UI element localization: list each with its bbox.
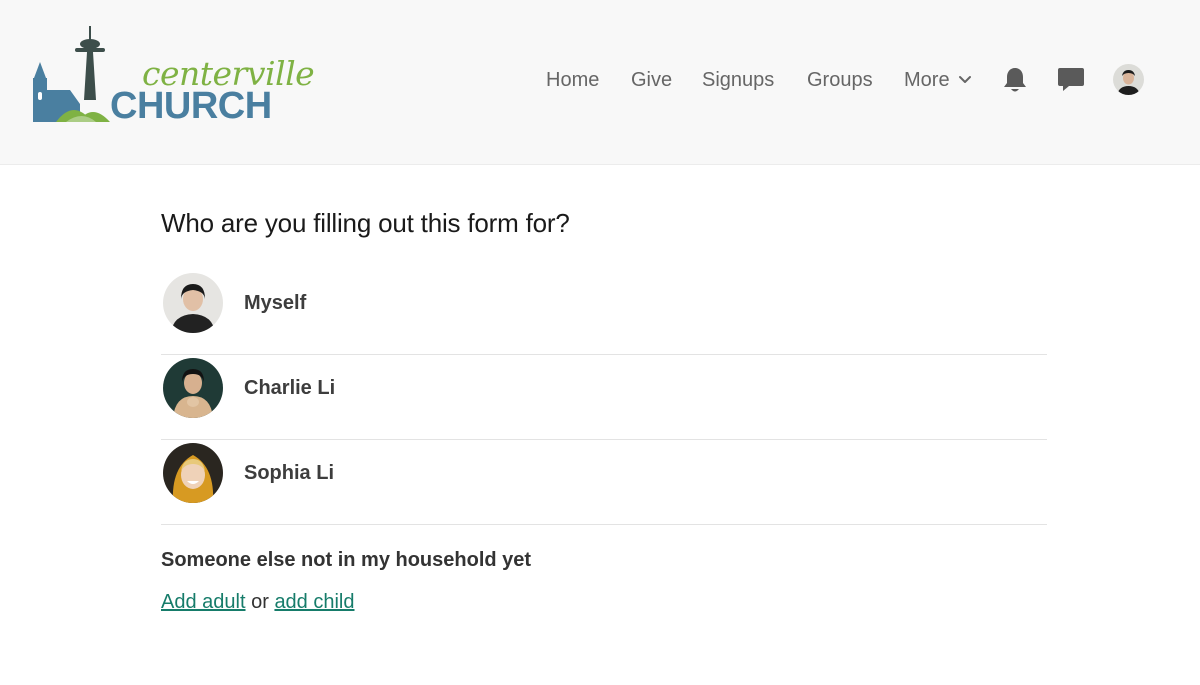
site-header: centerville CHURCH Home Give Signups Gro…	[0, 0, 1200, 165]
user-avatar-menu[interactable]	[1113, 64, 1144, 95]
page-title: Who are you filling out this form for?	[161, 208, 570, 238]
chat-icon	[1058, 68, 1084, 91]
notifications-button[interactable]	[1002, 66, 1028, 99]
form-recipient-section: Who are you filling out this form for? M…	[161, 200, 1047, 613]
person-name: Charlie Li	[244, 377, 336, 399]
person-name: Sophia Li	[244, 462, 334, 484]
avatar	[163, 443, 223, 503]
messages-button[interactable]	[1057, 67, 1085, 98]
other-person-heading: Someone else not in my household yet	[161, 549, 532, 571]
nav-groups[interactable]: Groups	[807, 60, 873, 100]
chevron-down-icon	[958, 76, 971, 83]
or-text: or	[251, 591, 269, 613]
add-person-line: Add adult or add child	[161, 587, 355, 617]
list-item-myself[interactable]: Myself	[161, 270, 1047, 355]
nav-give[interactable]: Give	[631, 60, 672, 100]
nav-signups[interactable]: Signups	[702, 60, 774, 100]
household-list: Myself Charlie Li Sophia Li	[161, 270, 1047, 525]
list-item-sophia-li[interactable]: Sophia Li	[161, 440, 1047, 525]
avatar	[163, 273, 223, 333]
avatar	[163, 358, 223, 418]
person-name: Myself	[244, 292, 307, 314]
nav-home[interactable]: Home	[546, 60, 599, 100]
list-item-charlie-li[interactable]: Charlie Li	[161, 355, 1047, 440]
nav-more-label: More	[904, 69, 950, 91]
bell-icon	[1004, 68, 1026, 92]
add-child-link[interactable]: add child	[274, 591, 354, 613]
add-adult-link[interactable]: Add adult	[161, 591, 246, 613]
nav-more-dropdown[interactable]: More	[904, 60, 972, 100]
avatar	[1113, 64, 1144, 95]
